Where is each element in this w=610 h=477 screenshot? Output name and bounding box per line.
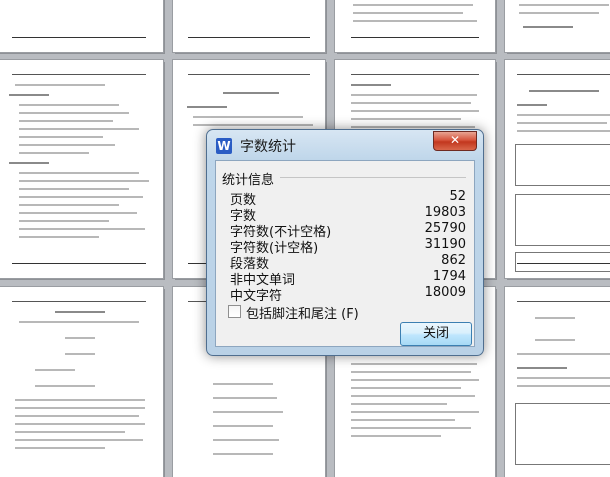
close-icon[interactable]: ✕	[433, 131, 477, 151]
stat-label: 中文字符	[230, 289, 283, 304]
stat-row-paragraphs: 段落数 862	[230, 253, 466, 272]
dialog-title: 字数统计	[240, 139, 296, 155]
document-page[interactable]	[0, 0, 163, 52]
stat-row-pages: 页数 52	[230, 189, 466, 208]
stat-row-chars-no-spaces: 字符数(不计空格) 25790	[230, 221, 466, 240]
stat-row-chars-with-spaces: 字符数(计空格) 31190	[230, 237, 466, 256]
dialog-titlebar[interactable]: W 字数统计 ✕	[207, 130, 483, 160]
statistics-group-label: 统计信息	[222, 169, 279, 188]
stat-value: 18009	[424, 285, 466, 300]
document-page[interactable]	[173, 0, 325, 52]
stat-row-chinese-chars: 中文字符 18009	[230, 285, 466, 304]
include-footnotes-checkbox[interactable]	[228, 305, 241, 318]
include-footnotes-option[interactable]: 包括脚注和尾注 (F)	[228, 303, 428, 322]
dialog-content: 统计信息 页数 52 字数 19803 字符数(不计空格) 25790 字符数(…	[215, 160, 475, 347]
stat-value: 19803	[424, 205, 466, 220]
include-footnotes-label[interactable]: 包括脚注和尾注 (F)	[246, 303, 359, 322]
stat-row-words: 字数 19803	[230, 205, 466, 224]
group-divider	[280, 177, 466, 178]
document-page[interactable]	[0, 287, 163, 477]
document-page[interactable]	[505, 287, 610, 477]
document-page[interactable]	[505, 60, 610, 278]
document-page[interactable]	[0, 60, 163, 278]
word-count-dialog: W 字数统计 ✕ 统计信息 页数 52 字数 19803 字符数(不计空格) 2…	[206, 129, 484, 356]
stat-value: 31190	[424, 237, 466, 252]
stat-value: 862	[441, 253, 466, 268]
stat-value: 25790	[424, 221, 466, 236]
document-page[interactable]	[335, 0, 495, 52]
stat-value: 1794	[432, 269, 466, 284]
wps-writer-app-icon: W	[216, 138, 232, 154]
stat-value: 52	[449, 189, 466, 204]
document-page[interactable]	[505, 0, 610, 52]
stat-row-non-chinese-words: 非中文单词 1794	[230, 269, 466, 288]
close-button[interactable]: 关闭	[400, 322, 472, 346]
